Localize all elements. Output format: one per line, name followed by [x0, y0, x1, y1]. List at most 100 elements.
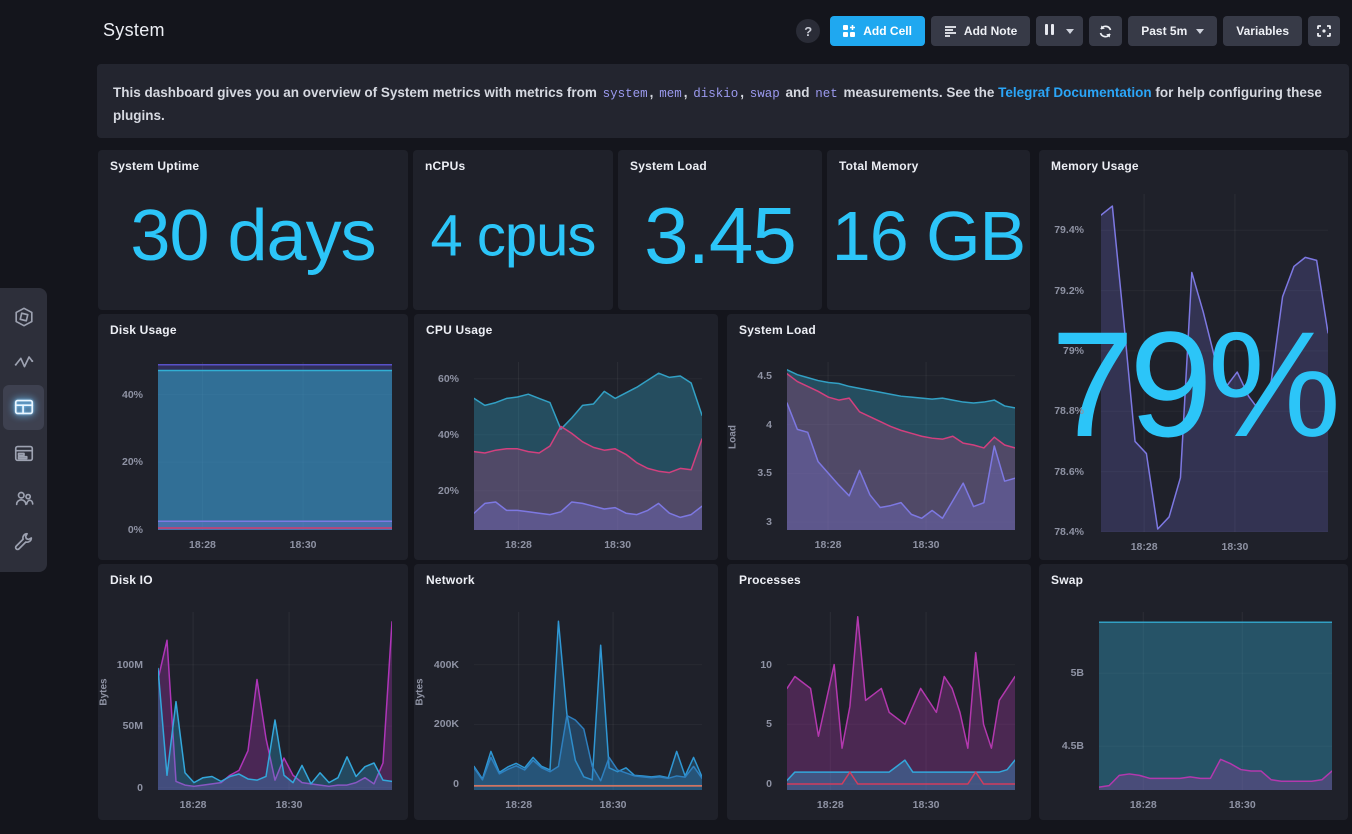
y-tick-label: 400K — [434, 659, 459, 671]
sidebar-item-organization[interactable] — [0, 475, 47, 520]
x-axis-ticks: 18:2818:30 — [474, 799, 702, 812]
cell-title: Swap — [1051, 573, 1083, 587]
add-cell-button[interactable]: Add Cell — [830, 16, 925, 46]
add-note-icon — [944, 25, 957, 37]
x-axis-ticks: 18:2818:30 — [1099, 799, 1332, 812]
cell-memory-usage: Memory Usage 79% 79.4%79.2%79%78.8%78.6%… — [1039, 150, 1348, 560]
sidebar-item-data-explorer[interactable] — [0, 339, 47, 384]
y-tick-label: 4.5B — [1062, 740, 1084, 752]
note-segment: This dashboard gives you an overview of … — [113, 85, 601, 100]
y-tick-label: 40% — [122, 389, 143, 401]
y-tick-label: 78.6% — [1054, 466, 1084, 478]
y-tick-label: 60% — [438, 373, 459, 385]
telegraf-docs-link[interactable]: Telegraf Documentation — [998, 85, 1152, 100]
x-tick-label: 18:30 — [913, 799, 940, 811]
note-segment: and — [782, 85, 814, 100]
cell-total-memory: Total Memory 16 GB — [827, 150, 1030, 310]
y-tick-label: 4 — [766, 419, 772, 431]
tasks-calendar-icon — [13, 442, 35, 464]
cell-system-uptime: System Uptime 30 days — [98, 150, 408, 310]
cell-title: Memory Usage — [1051, 159, 1139, 173]
x-axis-ticks: 18:2818:30 — [474, 539, 702, 552]
refresh-icon — [1098, 24, 1113, 39]
y-tick-label: 3 — [766, 516, 772, 528]
sidebar-item-tasks[interactable] — [0, 430, 47, 475]
wrench-icon — [13, 532, 35, 554]
cell-system-load-stat: System Load 3.45 — [618, 150, 822, 310]
cell-title: Disk Usage — [110, 323, 177, 337]
network-chart[interactable] — [474, 612, 702, 790]
refresh-button[interactable] — [1089, 16, 1122, 46]
y-axis-ticks: 400K200K0 — [414, 612, 466, 790]
x-tick-label: 18:28 — [189, 539, 216, 551]
y-tick-label: 50M — [123, 720, 143, 732]
y-axis-ticks: 100M50M0 — [98, 612, 150, 790]
x-axis-ticks: 18:2818:30 — [787, 799, 1015, 812]
note-segment: diskio — [691, 87, 740, 101]
note-text: This dashboard gives you an overview of … — [113, 85, 1322, 123]
total-memory-value: 16 GB — [827, 196, 1030, 276]
dashboards-icon — [13, 396, 35, 418]
x-tick-label: 18:30 — [1229, 799, 1256, 811]
cell-title: Disk IO — [110, 573, 153, 587]
x-tick-label: 18:30 — [1221, 541, 1248, 553]
dashboard-note: This dashboard gives you an overview of … — [97, 64, 1349, 138]
pulse-graph-icon — [13, 351, 35, 373]
note-segment: net — [813, 87, 840, 101]
x-tick-label: 18:28 — [180, 799, 207, 811]
uptime-value: 30 days — [98, 195, 408, 277]
x-tick-label: 18:28 — [815, 539, 842, 551]
y-axis-ticks: 5B 4.5B — [1039, 612, 1091, 790]
x-axis-ticks: 18:2818:30 — [1101, 541, 1328, 554]
time-range-dropdown[interactable]: Past 5m — [1128, 16, 1217, 46]
y-tick-label: 4.5 — [757, 370, 772, 382]
cpu-usage-chart[interactable] — [474, 362, 702, 530]
note-segment: measurements. See the — [840, 85, 998, 100]
y-axis-ticks: 60%40%20% — [414, 362, 466, 530]
cell-processes: Processes 1050 18:2818:30 — [727, 564, 1031, 820]
nav-sidebar — [0, 288, 47, 572]
swap-chart[interactable] — [1099, 612, 1332, 790]
dashboard-toolbar: ? Add Cell Add Note Past 5m Variables — [796, 16, 1340, 46]
cell-title: Network — [426, 573, 475, 587]
sidebar-item-dashboards[interactable] — [3, 385, 44, 430]
system-load-chart[interactable] — [787, 362, 1015, 530]
y-tick-label: 79% — [1063, 345, 1084, 357]
variables-button[interactable]: Variables — [1223, 16, 1302, 46]
x-tick-label: 18:28 — [505, 799, 532, 811]
cell-title: Total Memory — [839, 159, 919, 173]
y-tick-label: 100M — [117, 659, 143, 671]
x-tick-label: 18:30 — [604, 539, 631, 551]
note-segment: system — [601, 87, 650, 101]
processes-chart[interactable] — [787, 612, 1015, 790]
page-title: System — [103, 20, 165, 41]
pause-refresh-dropdown[interactable] — [1036, 16, 1083, 46]
x-axis-ticks: 18:2818:30 — [158, 539, 392, 552]
influxdb-logo-icon — [13, 306, 35, 328]
cell-cpu-usage: CPU Usage 60%40%20% 18:2818:30 — [414, 314, 718, 560]
x-tick-label: 18:30 — [276, 799, 303, 811]
disk-usage-chart[interactable] — [158, 362, 392, 530]
y-tick-label: 0% — [128, 524, 143, 536]
chevron-down-icon — [1066, 29, 1074, 34]
add-note-button[interactable]: Add Note — [931, 16, 1030, 46]
disk-io-chart[interactable] — [158, 612, 392, 790]
help-icon: ? — [804, 24, 812, 39]
help-button[interactable]: ? — [796, 19, 820, 43]
y-tick-label: 0 — [766, 778, 772, 790]
sidebar-item-settings[interactable] — [0, 521, 47, 566]
sidebar-item-influxdb-logo[interactable] — [0, 294, 47, 339]
system-load-value: 3.45 — [618, 190, 822, 282]
y-tick-label: 5B — [1071, 667, 1084, 679]
y-tick-label: 0 — [137, 782, 143, 794]
presentation-mode-button[interactable] — [1308, 16, 1340, 46]
y-tick-label: 3.5 — [757, 467, 772, 479]
cell-disk-io: Disk IO Bytes 100M50M0 18:2818:30 — [98, 564, 408, 820]
cell-title: nCPUs — [425, 159, 465, 173]
y-tick-label: 79.2% — [1054, 285, 1084, 297]
chevron-down-icon — [1196, 29, 1204, 34]
cell-title: System Load — [739, 323, 816, 337]
cell-swap: Swap 5B 4.5B 18:2818:30 — [1039, 564, 1348, 820]
cell-title: CPU Usage — [426, 323, 493, 337]
y-axis-ticks: 79.4%79.2%79%78.8%78.6%78.4% — [1039, 194, 1091, 532]
